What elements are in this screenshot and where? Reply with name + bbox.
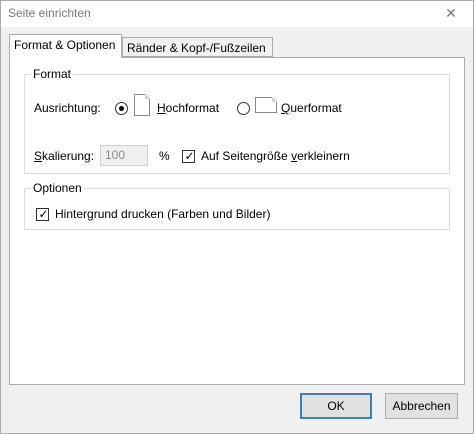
radio-selected-dot [119,106,124,111]
scale-input[interactable]: 100 [100,145,148,166]
window-title: Seite einrichten [8,6,91,20]
landscape-radio[interactable] [237,102,250,115]
shrink-to-fit-checkbox[interactable]: ✓ [182,149,195,163]
print-background-checkbox[interactable]: ✓ [36,207,49,221]
orientation-label: Ausrichtung: [34,101,101,115]
title-bar: Seite einrichten ✕ [1,1,473,27]
close-icon[interactable]: ✕ [443,5,459,21]
checkmark-icon: ✓ [38,207,49,221]
checkmark-icon: ✓ [184,149,195,163]
tab-panel: Format Ausrichtung: Hochformat Querforma… [9,57,465,385]
format-group: Format Ausrichtung: Hochformat Querforma… [24,67,450,174]
portrait-label[interactable]: Hochformat [157,101,219,115]
format-group-legend: Format [31,67,74,81]
shrink-to-fit-label[interactable]: Auf Seitengröße verkleinern [201,149,350,163]
landscape-label[interactable]: Querformat [281,101,342,115]
portrait-radio[interactable] [115,102,128,115]
scale-label: Skalierung: [34,149,95,163]
print-background-label[interactable]: Hintergrund drucken (Farben und Bilder) [55,207,270,221]
options-group: Optionen ✓ Hintergrund drucken (Farben u… [24,181,450,230]
tab-format-options[interactable]: Format & Optionen [9,34,122,58]
options-group-legend: Optionen [31,181,84,195]
portrait-page-icon [134,94,150,116]
ok-button[interactable]: OK [300,393,372,419]
cancel-button[interactable]: Abbrechen [385,393,458,419]
scale-unit: % [159,149,170,163]
tab-margins-header-footer[interactable]: Ränder & Kopf-/Fußzeilen [122,37,273,57]
page-setup-dialog: Seite einrichten ✕ Format & Optionen Rän… [0,0,474,434]
landscape-page-icon [255,97,277,113]
